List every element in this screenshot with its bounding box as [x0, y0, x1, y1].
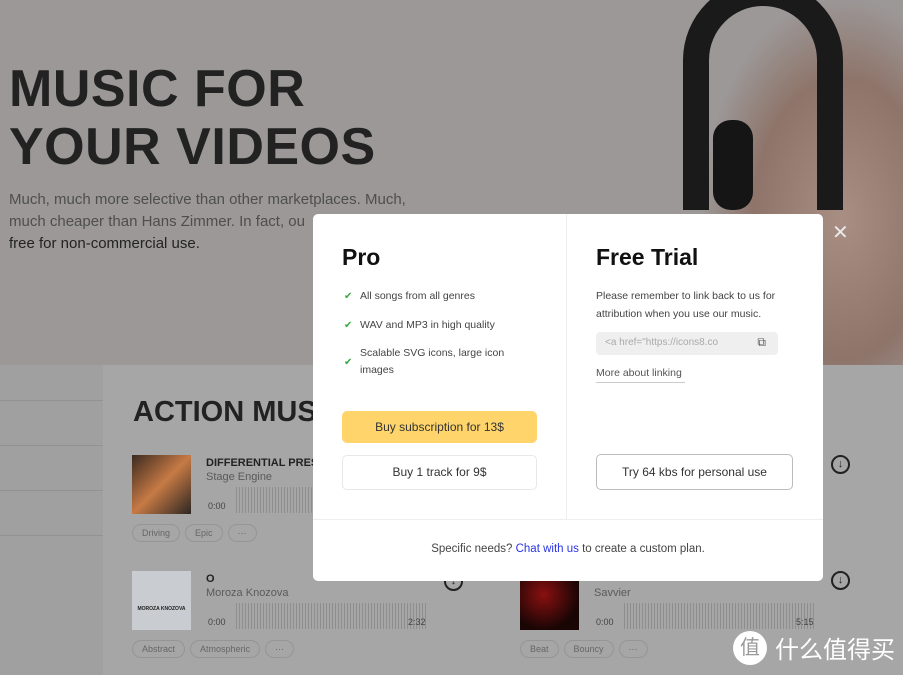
attribution-code-field[interactable]: <a href="https://icons8.co ⧉ [596, 332, 778, 355]
buy-subscription-button[interactable]: Buy subscription for 13$ [342, 411, 537, 443]
track-duration: 5:15 [796, 617, 814, 627]
download-icon[interactable]: ↓ [831, 455, 850, 474]
section-title: ACTION MUS [133, 396, 317, 428]
sidebar-item[interactable] [0, 365, 103, 401]
sidebar [0, 365, 103, 675]
attribution-note: Please remember to link back to us for a… [596, 290, 776, 320]
sidebar-item[interactable] [0, 446, 103, 491]
watermark-badge: 值 [733, 630, 767, 665]
custom-plan-footer: Specific needs? Chat with us to create a… [431, 543, 705, 555]
waveform[interactable] [236, 487, 316, 513]
more-tags-button[interactable]: ··· [265, 640, 295, 658]
feature-item: ✔ Scalable SVG icons, large icon images [344, 347, 505, 376]
tag[interactable]: Beat [520, 640, 559, 658]
track-cover [132, 455, 191, 514]
try-free-button[interactable]: Try 64 kbs for personal use [596, 454, 793, 490]
track-title[interactable]: O [206, 573, 215, 585]
track-artist[interactable]: Moroza Knozova [206, 587, 289, 599]
headphones-band [683, 0, 843, 210]
headphones-earcup [713, 120, 753, 210]
watermark-logo: 值什么值得买 [733, 630, 895, 665]
hero-title: MUSIC FOR YOUR VIDEOS [9, 60, 376, 176]
pricing-modal: Pro ✔ All songs from all genres ✔ WAV and … [313, 214, 823, 581]
track-cover: MOROZA KNOZOVA [132, 571, 191, 630]
track-artist[interactable]: Stage Engine [206, 471, 272, 483]
tag[interactable]: Driving [132, 524, 181, 542]
waveform[interactable] [624, 603, 816, 629]
sidebar-item[interactable] [0, 401, 103, 446]
close-icon[interactable]: ✕ [832, 220, 849, 245]
divider [313, 519, 823, 520]
chat-link[interactable]: Chat with us [516, 543, 579, 555]
check-icon: ✔ [344, 320, 353, 331]
tag[interactable]: Epic [185, 524, 223, 542]
tag[interactable]: Abstract [132, 640, 186, 658]
feature-item: ✔ All songs from all genres [342, 288, 522, 305]
free-trial-title: Free Trial [596, 244, 699, 270]
track-duration: 2:32 [408, 617, 426, 627]
track-time-start: 0:00 [596, 617, 614, 627]
check-icon: ✔ [344, 357, 353, 368]
more-about-linking-link[interactable]: More about linking [596, 364, 685, 383]
copy-icon[interactable]: ⧉ [757, 335, 766, 350]
track-time-start: 0:00 [208, 617, 226, 627]
sidebar-item[interactable] [0, 491, 103, 536]
buy-track-button[interactable]: Buy 1 track for 9$ [342, 455, 537, 490]
track-artist[interactable]: Savvier [594, 587, 631, 599]
waveform[interactable] [236, 603, 426, 629]
more-tags-button[interactable]: ··· [618, 640, 648, 658]
pro-title: Pro [342, 244, 381, 270]
track-title[interactable]: DIFFERENTIAL PRESS [206, 457, 326, 469]
download-icon[interactable]: ↓ [831, 571, 850, 590]
divider [566, 214, 567, 519]
track-time-start: 0:00 [208, 501, 226, 511]
feature-item: ✔ WAV and MP3 in high quality [342, 317, 522, 334]
tag[interactable]: Bouncy [563, 640, 614, 658]
tag[interactable]: Atmospheric [190, 640, 261, 658]
more-tags-button[interactable]: ··· [227, 524, 257, 542]
check-icon: ✔ [344, 291, 353, 302]
watermark-text: 什么值得买 [775, 637, 895, 664]
